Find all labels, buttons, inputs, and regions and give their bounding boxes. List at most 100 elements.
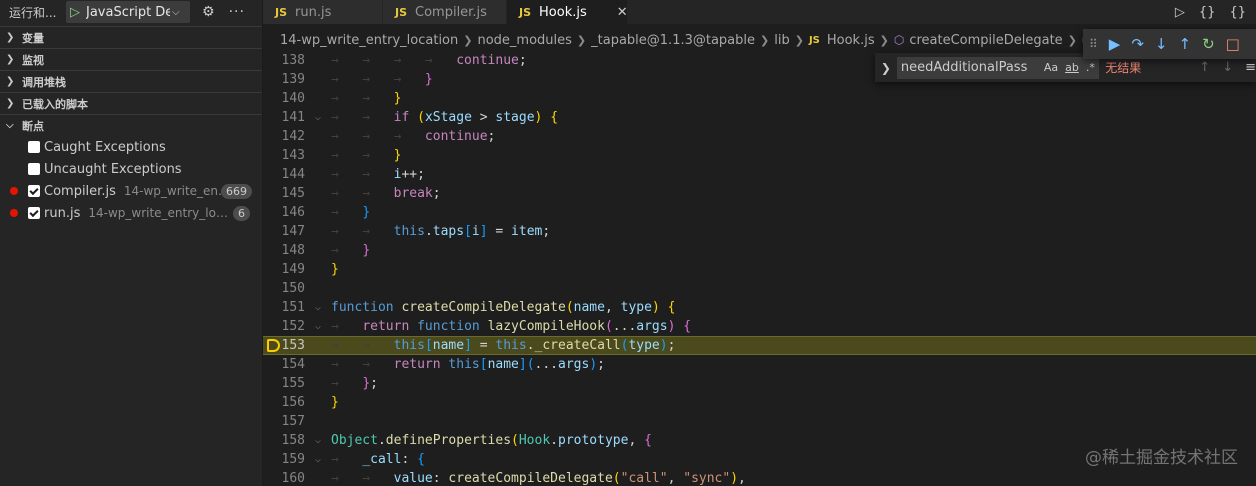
line-number: 155 (281, 376, 305, 391)
code-text: → → break; (331, 186, 441, 201)
find-in-selection-icon[interactable]: ≡ (1245, 60, 1256, 75)
current-execution-line: 153 → → this[name] = this._createCall(typ… (263, 336, 1256, 355)
restart-icon[interactable]: ↻ (1202, 35, 1215, 53)
run-icon[interactable]: ▷ (1175, 5, 1185, 20)
code-text: → } (331, 243, 371, 258)
braces-icon[interactable]: {} (1199, 5, 1216, 20)
code-line: 149} (263, 260, 1256, 279)
uncaught-exceptions-checkbox[interactable] (28, 163, 40, 175)
line-number: 141 (281, 110, 305, 125)
editor-actions: ▷ {} {} (1175, 0, 1256, 24)
section-watch[interactable]: ❯ 监视 (0, 48, 262, 70)
chevron-right-icon: ❯ (794, 33, 804, 47)
whole-word-icon[interactable]: ab (1065, 61, 1079, 74)
fold-chevron-icon[interactable]: ⌵ (315, 431, 321, 450)
step-out-icon[interactable]: ↑ (1179, 35, 1192, 53)
chevron-right-icon: ❯ (760, 33, 770, 47)
step-into-icon[interactable]: ↓ (1155, 35, 1168, 53)
breakpoint-file: Compiler.js (44, 183, 116, 199)
breadcrumb-file[interactable]: Hook.js (827, 33, 875, 48)
code-line: 148 → } (263, 241, 1256, 260)
launch-config-select[interactable]: ▷ JavaScript Debug ⌵ (66, 1, 190, 23)
line-number: 142 (281, 129, 305, 144)
code-line: 151 ⌵ function createCompileDelegate(name,… (263, 298, 1256, 317)
caught-exceptions-checkbox[interactable] (28, 141, 40, 153)
breakpoint-item[interactable]: Compiler.js 14-wp_write_entry_location 6… (0, 180, 262, 202)
breakpoint-dot-icon (10, 209, 18, 217)
fold-chevron-icon[interactable]: ⌵ (315, 317, 321, 336)
find-input[interactable]: needAdditionalPass Aa ab .* (896, 56, 1100, 79)
caught-exceptions-row[interactable]: Caught Exceptions (0, 136, 262, 158)
breakpoint-dot-icon (10, 187, 18, 195)
fold-chevron-icon[interactable]: ⌵ (315, 108, 321, 127)
more-actions-icon[interactable]: ··· (229, 4, 245, 20)
code-text: → → } (331, 148, 402, 163)
section-breakpoints[interactable]: ⌵ 断点 (0, 114, 262, 136)
code-text: → → if (xStage > stage) { (331, 110, 559, 125)
line-number: 145 (281, 186, 305, 201)
code-line: 146 → } (263, 203, 1256, 222)
braces-icon[interactable]: {} (1229, 5, 1246, 20)
breadcrumb-symbol[interactable]: createCompileDelegate (909, 33, 1062, 48)
find-input-value[interactable]: needAdditionalPass (901, 60, 1037, 75)
breakpoint-file: run.js (44, 205, 81, 221)
breakpoint-item[interactable]: run.js 14-wp_write_entry_location 6 (0, 202, 262, 224)
code-text: → return function lazyCompileHook(...arg… (331, 319, 692, 334)
code-line: 141 ⌵ → → if (xStage > stage) { (263, 108, 1256, 127)
stop-icon[interactable]: □ (1226, 35, 1240, 53)
breadcrumb-item[interactable]: lib (774, 33, 789, 48)
drag-handle-icon[interactable]: ⠿ (1089, 37, 1098, 51)
line-number: 138 (281, 53, 305, 68)
breadcrumb-item[interactable]: 14-wp_write_entry_location (280, 33, 458, 48)
section-label: 断点 (22, 119, 44, 133)
tab-compiler-js[interactable]: JS Compiler.js (383, 0, 507, 24)
code-editor[interactable]: 138 → → → → continue; 139 → → → } 140 → → }… (263, 51, 1256, 486)
fold-chevron-icon[interactable]: ⌵ (315, 298, 321, 317)
tab-hook-js[interactable]: JS Hook.js ✕ (507, 0, 628, 24)
section-loaded-scripts[interactable]: ❯ 已载入的脚本 (0, 92, 262, 114)
section-call-stack[interactable]: ❯ 调用堆栈 (0, 70, 262, 92)
code-line: 160 → → value: createCompileDelegate("cal… (263, 469, 1256, 486)
code-text: → → → } (331, 72, 433, 87)
regex-icon[interactable]: .* (1086, 61, 1095, 74)
arrow-down-icon[interactable]: ↓ (1222, 60, 1233, 75)
match-case-icon[interactable]: Aa (1044, 61, 1058, 74)
close-icon[interactable]: ✕ (617, 5, 628, 20)
breakpoint-checkbox[interactable] (28, 185, 40, 197)
chevron-right-icon: ❯ (6, 76, 15, 87)
breakpoint-path: 14-wp_write_entry_location (123, 184, 232, 198)
step-over-icon[interactable]: ↷ (1131, 35, 1144, 53)
exception-label: Uncaught Exceptions (44, 161, 182, 177)
breakpoint-checkbox[interactable] (28, 207, 40, 219)
arrow-up-icon[interactable]: ↑ (1199, 60, 1210, 75)
code-text: } (331, 262, 339, 277)
run-view-title: 运行和... (9, 5, 57, 20)
line-number: 143 (281, 148, 305, 163)
section-variables[interactable]: ❯ 变量 (0, 26, 262, 48)
breakpoint-line-badge: 6 (233, 206, 250, 221)
start-debug-icon[interactable]: ▷ (70, 5, 80, 20)
section-label: 变量 (22, 31, 44, 45)
js-file-icon: JS (808, 34, 820, 46)
line-number: 153 (281, 338, 305, 353)
breakpoint-line-badge: 669 (221, 184, 252, 199)
line-number: 140 (281, 91, 305, 106)
chevron-right-icon: ❯ (6, 54, 15, 65)
section-label: 调用堆栈 (22, 75, 66, 89)
breadcrumb-item[interactable]: _tapable@1.1.3@tapable (591, 33, 755, 48)
code-text: → → } (331, 91, 402, 106)
line-number: 160 (281, 471, 305, 486)
js-file-icon: JS (395, 5, 408, 19)
uncaught-exceptions-row[interactable]: Uncaught Exceptions (0, 158, 262, 180)
line-number: 158 (281, 433, 305, 448)
code-line: 157 (263, 412, 1256, 431)
code-text: → → → continue; (331, 129, 496, 144)
fold-chevron-icon[interactable]: ⌵ (315, 450, 321, 469)
breadcrumb-item[interactable]: node_modules (477, 33, 571, 48)
continue-icon[interactable]: ▶ (1109, 35, 1121, 53)
chevron-right-icon[interactable]: ❯ (875, 61, 897, 75)
tab-run-js[interactable]: JS run.js (263, 0, 383, 24)
line-number: 148 (281, 243, 305, 258)
gear-icon[interactable]: ⚙ (202, 4, 215, 20)
chevron-down-icon[interactable]: ⌵ (172, 7, 180, 18)
